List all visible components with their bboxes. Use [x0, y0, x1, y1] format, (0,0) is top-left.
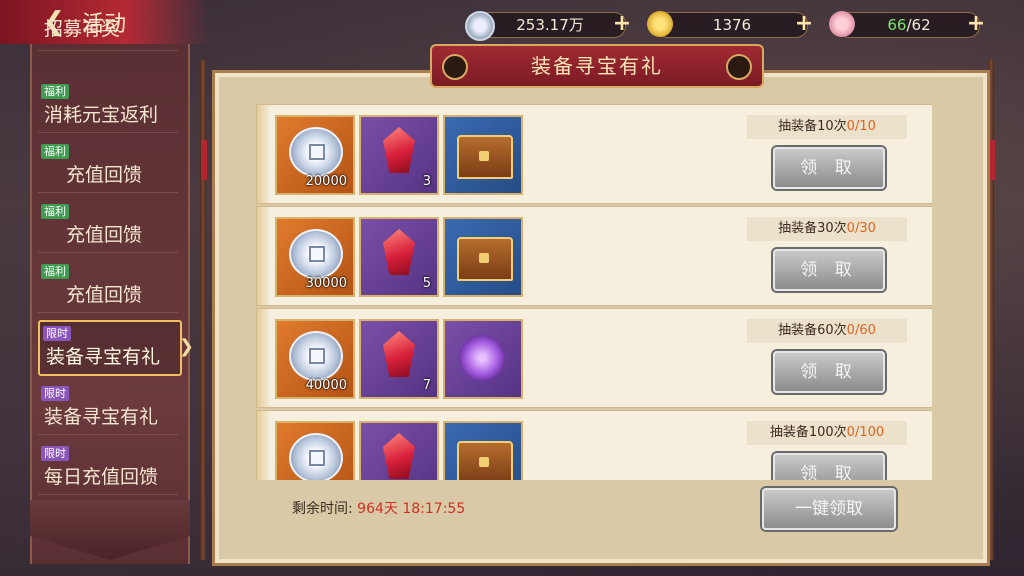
sidebar-item-label: 消耗元宝返利 [44, 104, 159, 126]
welfare-tag: 福利 [41, 84, 69, 99]
diamond-ornament-icon [726, 54, 752, 80]
gold-ingot-icon [647, 11, 673, 37]
reward-item[interactable]: 7 [359, 319, 439, 399]
row-ornament [257, 411, 271, 480]
silver-value: 253.17万 [516, 16, 584, 34]
stamina-resource: 66/62 + [829, 11, 985, 38]
welfare-tag: 福利 [41, 264, 69, 279]
sidebar-item[interactable]: 福利 充值回馈 [38, 260, 178, 313]
gold-value: 1376 [712, 16, 752, 34]
silver-resource: 253.17万 + [465, 11, 631, 41]
item-quantity: 40000 [305, 378, 347, 393]
limited-tag: 限时 [41, 446, 69, 461]
silver-coin-icon [289, 229, 343, 279]
purple-orb-icon [459, 335, 505, 381]
sidebar-item-label: 充值回馈 [66, 224, 143, 246]
sidebar-item-label: 充值回馈 [66, 164, 143, 186]
left-tassel [201, 140, 207, 180]
stamina-value: 66/62 [887, 16, 931, 34]
add-silver-button[interactable]: + [611, 12, 633, 36]
welfare-tag: 福利 [41, 144, 69, 159]
sidebar-item-active[interactable]: 限时 装备寻宝有礼 ❯ [38, 320, 194, 376]
sidebar-item-label: 装备寻宝有礼 [44, 406, 159, 428]
condition-label: 抽装备60次0/60 [747, 319, 907, 343]
silver-coin-icon [289, 433, 343, 480]
reward-row: 30000 5 抽装备30次0/30 领 取 [256, 206, 932, 306]
sidebar[interactable]: 招募有奖 福利 消耗元宝返利 福利 充值回馈 福利 充值回馈 福利 充值回馈 限… [30, 18, 194, 564]
red-gem-icon [383, 433, 415, 479]
claim-button[interactable]: 领 取 [773, 147, 885, 189]
reward-item[interactable] [443, 115, 523, 195]
sidebar-item[interactable]: 福利 充值回馈 [38, 140, 178, 193]
sidebar-item[interactable]: 限时 装备寻宝有礼 [38, 382, 178, 435]
gold-resource: 1376 + [647, 11, 813, 38]
item-quantity: 3 [422, 174, 431, 189]
claim-all-button[interactable]: 一键领取 [762, 488, 896, 530]
row-ornament [257, 309, 271, 407]
sidebar-item-label: 招募有奖 [44, 18, 121, 40]
silver-coin-icon [289, 331, 343, 381]
reward-item[interactable] [443, 319, 523, 399]
chevron-right-icon: ❯ [178, 336, 194, 357]
reward-item[interactable]: 40000 [275, 319, 355, 399]
add-gold-button[interactable]: + [793, 12, 815, 36]
reward-row: 20000 3 抽装备10次0/10 领 取 [256, 104, 932, 204]
item-quantity: 5 [422, 276, 431, 291]
reward-item[interactable]: 3 [359, 115, 439, 195]
diamond-ornament-icon [442, 54, 468, 80]
limited-tag: 限时 [43, 326, 71, 341]
reward-item[interactable]: 20000 [275, 115, 355, 195]
row-ornament [257, 105, 271, 203]
reward-item[interactable] [275, 421, 355, 480]
reward-item[interactable] [359, 421, 439, 480]
reward-item[interactable] [443, 217, 523, 297]
condition-label: 抽装备10次0/10 [747, 115, 907, 139]
reward-row: 40000 7 抽装备60次0/60 领 取 [256, 308, 932, 408]
reward-item[interactable]: 30000 [275, 217, 355, 297]
remaining-time: 剩余时间: 964天 18:17:55 [292, 501, 466, 517]
condition-label: 抽装备30次0/30 [747, 217, 907, 241]
sidebar-item-label: 每日充值回馈 [44, 466, 159, 488]
red-gem-icon [383, 127, 415, 173]
item-quantity: 20000 [305, 174, 347, 189]
reward-item[interactable] [443, 421, 523, 480]
treasure-chest-icon [457, 237, 513, 281]
item-quantity: 7 [422, 378, 431, 393]
sidebar-item[interactable]: 福利 消耗元宝返利 [38, 80, 178, 133]
treasure-chest-icon [457, 135, 513, 179]
panel-title: 装备寻宝有礼 [430, 44, 764, 88]
item-quantity: 30000 [305, 276, 347, 291]
row-ornament [257, 207, 271, 305]
red-gem-icon [383, 229, 415, 275]
sidebar-item-partial[interactable]: 招募有奖 [38, 14, 178, 51]
silver-coin-icon [465, 11, 495, 41]
add-stamina-button[interactable]: + [965, 12, 987, 36]
left-pole [200, 60, 206, 560]
remaining-time-value: 964天 18:17:55 [357, 501, 466, 517]
claim-button[interactable]: 领 取 [773, 351, 885, 393]
limited-tag: 限时 [41, 386, 69, 401]
red-gem-icon [383, 331, 415, 377]
sidebar-item-label: 充值回馈 [66, 284, 143, 306]
condition-label: 抽装备100次0/100 [747, 421, 907, 445]
reward-list[interactable]: 20000 3 抽装备10次0/10 领 取 30000 5 抽装备30次0/3… [256, 104, 932, 480]
reward-row: 抽装备100次0/100 领 取 [256, 410, 932, 480]
claim-button[interactable]: 领 取 [773, 453, 885, 480]
welfare-tag: 福利 [41, 204, 69, 219]
reward-item[interactable]: 5 [359, 217, 439, 297]
sidebar-item[interactable]: 福利 充值回馈 [38, 200, 178, 253]
sidebar-item-label: 装备寻宝有礼 [46, 346, 161, 368]
silver-coin-icon [289, 127, 343, 177]
claim-button[interactable]: 领 取 [773, 249, 885, 291]
peach-icon [829, 11, 855, 37]
treasure-chest-icon [457, 441, 513, 480]
sidebar-item[interactable]: 限时 每日充值回馈 [38, 442, 178, 495]
